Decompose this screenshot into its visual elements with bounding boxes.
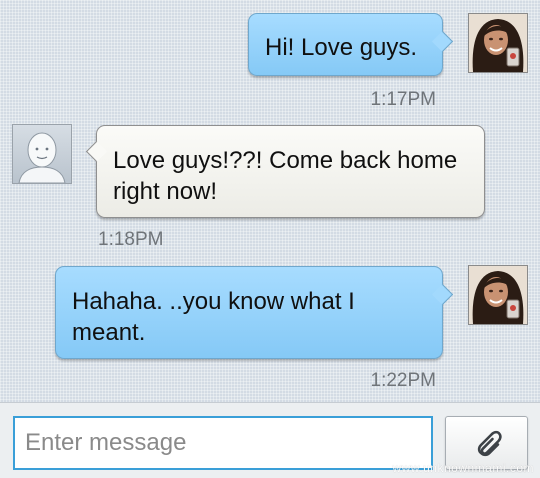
message-thread[interactable]: Hi! Love guys. 1:17PM Love guys!??! Come…: [0, 0, 540, 402]
bubble-tail: [431, 283, 454, 306]
contact-avatar[interactable]: [12, 124, 72, 184]
watermark-text: www.unknownmami.com: [392, 461, 534, 475]
sent-message-bubble[interactable]: Hi! Love guys.: [248, 13, 454, 76]
sent-message-bubble[interactable]: Hahaha. ..you know what I meant.: [55, 266, 454, 359]
received-message-bubble[interactable]: Love guys!??! Come back home right now!: [85, 125, 485, 218]
message-input[interactable]: [13, 416, 433, 470]
paperclip-icon: [477, 430, 502, 457]
user-avatar[interactable]: [468, 265, 528, 325]
message-timestamp: 1:17PM: [370, 89, 436, 110]
message-timestamp: 1:22PM: [370, 370, 436, 391]
user-photo-icon: [469, 14, 527, 72]
message-text: Hahaha. ..you know what I meant.: [72, 288, 355, 346]
composer-bar: www.unknownmami.com: [0, 402, 540, 478]
message-timestamp: 1:18PM: [98, 229, 164, 250]
bubble-tail: [431, 30, 454, 53]
user-photo-icon: [469, 266, 527, 324]
bubble-tail: [85, 140, 108, 163]
default-contact-icon: [18, 132, 66, 183]
user-avatar[interactable]: [468, 13, 528, 73]
message-text: Hi! Love guys.: [265, 34, 418, 61]
message-text: Love guys!??! Come back home right now!: [113, 147, 458, 205]
